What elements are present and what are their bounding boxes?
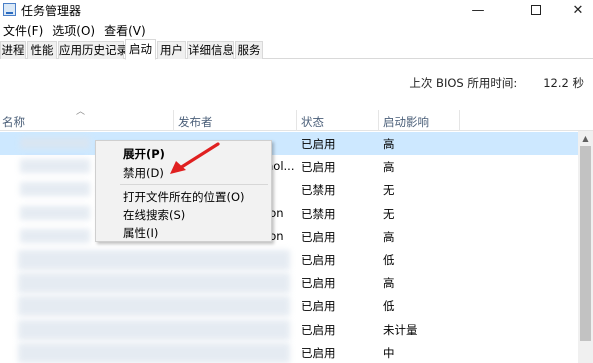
menu-item-open-file-location[interactable]: 打开文件所在的位置(O) (123, 189, 245, 205)
vertical-scrollbar[interactable]: ▲ (578, 131, 593, 363)
red-arrow-icon (170, 142, 220, 174)
title-bar: 任务管理器 — ✕ (0, 0, 593, 20)
table-row[interactable]: 已禁用 无 (0, 178, 578, 201)
bios-label: 上次 BIOS 所用时间: (409, 76, 518, 90)
tab-app-history[interactable]: 应用历史记录 (58, 41, 128, 59)
cell-impact: 高 (383, 229, 395, 244)
redacted-name (20, 182, 90, 197)
cell-impact: 低 (383, 252, 395, 267)
menu-bar: 文件(F) 选项(O) 查看(V) (0, 20, 152, 39)
column-startup-impact[interactable]: 启动影响 (383, 114, 429, 130)
cell-impact: 低 (383, 299, 395, 314)
scroll-thumb[interactable] (580, 146, 591, 341)
tab-performance[interactable]: 性能 (27, 41, 57, 59)
redacted-name (20, 137, 90, 149)
cell-impact: 中 (383, 345, 395, 360)
cell-status: 已启用 (301, 299, 336, 314)
redacted-name (20, 205, 90, 220)
table-row[interactable]: 已启用 未计量 (0, 318, 578, 341)
table-row[interactable]: ion 已禁用 无 (0, 202, 578, 225)
menu-item-properties[interactable]: 属性(I) (123, 225, 158, 241)
table-row[interactable]: ion 已启用 高 (0, 225, 578, 248)
tab-details[interactable]: 详细信息 (187, 41, 234, 59)
cell-status: 已启用 (301, 345, 336, 360)
window-title: 任务管理器 (21, 4, 82, 18)
cell-status: 已启用 (301, 322, 336, 337)
cell-status: 已启用 (301, 276, 336, 291)
column-divider[interactable] (459, 110, 460, 131)
cell-status: 已禁用 (301, 183, 336, 198)
column-name[interactable]: 名称 (2, 114, 25, 130)
column-header: 名称 发布者 状态 启动影响 (0, 110, 593, 131)
cell-status: 已启用 (301, 252, 336, 267)
scroll-up-icon[interactable]: ▲ (578, 131, 593, 145)
cell-status: 已启用 (301, 137, 336, 151)
menu-separator (120, 184, 268, 185)
menu-file[interactable]: 文件(F) (0, 20, 46, 39)
tab-users[interactable]: 用户 (157, 41, 186, 59)
column-status[interactable]: 状态 (301, 114, 324, 130)
menu-options[interactable]: 选项(O) (49, 20, 98, 39)
cell-status: 已禁用 (301, 206, 336, 221)
tab-services[interactable]: 服务 (235, 41, 263, 59)
table-row[interactable]: 已启用 低 (0, 294, 578, 317)
cell-impact: 高 (383, 276, 395, 291)
redacted-name (18, 249, 290, 270)
maximize-icon (531, 5, 541, 15)
column-publisher[interactable]: 发布者 (178, 114, 213, 130)
bios-time: 上次 BIOS 所用时间: 12.2 秒 (409, 75, 584, 91)
table-row[interactable]: nol... 已启用 高 (0, 155, 578, 178)
redacted-name (20, 228, 90, 243)
cell-status: 已启用 (301, 160, 336, 175)
tab-startup[interactable]: 启动 (125, 39, 156, 60)
redacted-name (18, 342, 290, 363)
task-manager-icon (3, 3, 16, 16)
cell-impact: 未计量 (383, 322, 418, 337)
minimize-icon: — (471, 2, 485, 18)
tab-strip: 进程 性能 应用历史记录 启动 用户 详细信息 服务 (0, 39, 593, 60)
menu-view[interactable]: 查看(V) (101, 20, 149, 39)
menu-item-expand[interactable]: 展开(P) (123, 146, 165, 162)
close-button[interactable]: ✕ (555, 0, 593, 20)
menu-item-disable[interactable]: 禁用(D) (123, 165, 164, 181)
table-row[interactable]: 已启用 高 (0, 132, 578, 156)
close-icon: ✕ (572, 2, 584, 18)
tab-processes[interactable]: 进程 (0, 41, 26, 59)
maximize-button[interactable] (513, 0, 559, 20)
startup-list: 已启用 高 nol... 已启用 高 已禁用 无 ion 已禁用 无 ion 已… (0, 132, 578, 363)
column-divider[interactable] (378, 110, 379, 131)
table-row[interactable]: 已启用 低 (0, 248, 578, 271)
redacted-name (18, 273, 290, 294)
menu-item-search-online[interactable]: 在线搜索(S) (123, 207, 185, 223)
cell-impact: 高 (383, 160, 395, 175)
column-divider[interactable] (296, 110, 297, 131)
redacted-name (18, 319, 290, 340)
redacted-name (18, 296, 290, 317)
redacted-name (20, 159, 90, 174)
cell-impact: 无 (383, 183, 395, 198)
bios-value: 12.2 秒 (543, 76, 584, 90)
cell-impact: 无 (383, 206, 395, 221)
table-row[interactable]: 已启用 高 (0, 271, 578, 294)
table-row[interactable]: 已启用 中 (0, 341, 578, 363)
cell-status: 已启用 (301, 229, 336, 244)
column-divider[interactable] (173, 110, 174, 131)
minimize-button[interactable]: — (455, 0, 501, 20)
cell-impact: 高 (383, 137, 395, 151)
